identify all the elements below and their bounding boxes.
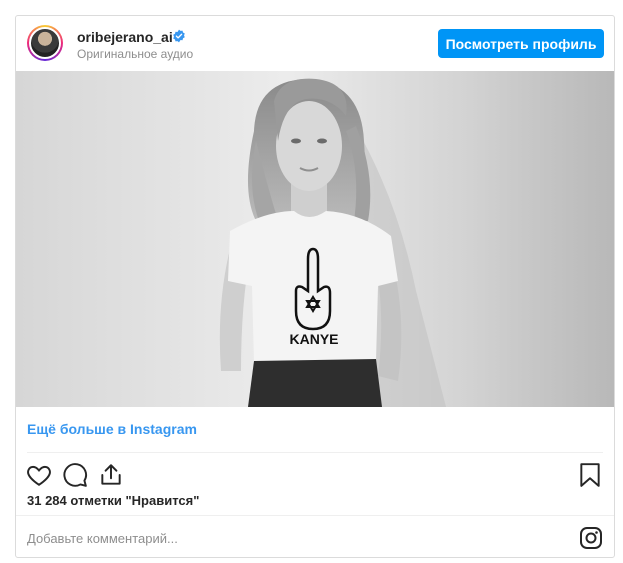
username[interactable]: oribejerano_ai (77, 29, 173, 45)
action-bar (16, 456, 614, 496)
post-photo-illustration: KANYE (16, 71, 614, 407)
verified-badge-icon (173, 29, 185, 43)
divider (27, 452, 603, 453)
heart-icon[interactable] (26, 462, 52, 488)
shirt-text: KANYE (289, 331, 338, 347)
share-icon[interactable] (98, 462, 124, 488)
view-profile-button[interactable]: Посмотреть профиль (438, 29, 604, 58)
post-photo[interactable]: KANYE (16, 71, 614, 407)
comment-bar (16, 516, 614, 559)
avatar-image (29, 27, 61, 59)
likes-count[interactable]: 31 284 отметки "Нравится" (27, 493, 199, 508)
instagram-icon[interactable] (579, 526, 603, 550)
comment-icon[interactable] (62, 462, 88, 488)
comment-input[interactable] (27, 529, 547, 547)
audio-subtitle[interactable]: Оригинальное аудио (77, 47, 193, 61)
more-on-instagram-link[interactable]: Ещё больше в Instagram (27, 421, 197, 437)
instagram-embed-card: oribejerano_ai Оригинальное аудио Посмот… (15, 15, 615, 558)
post-header: oribejerano_ai Оригинальное аудио Посмот… (16, 16, 614, 71)
avatar[interactable] (27, 25, 63, 61)
bookmark-icon[interactable] (577, 462, 603, 488)
